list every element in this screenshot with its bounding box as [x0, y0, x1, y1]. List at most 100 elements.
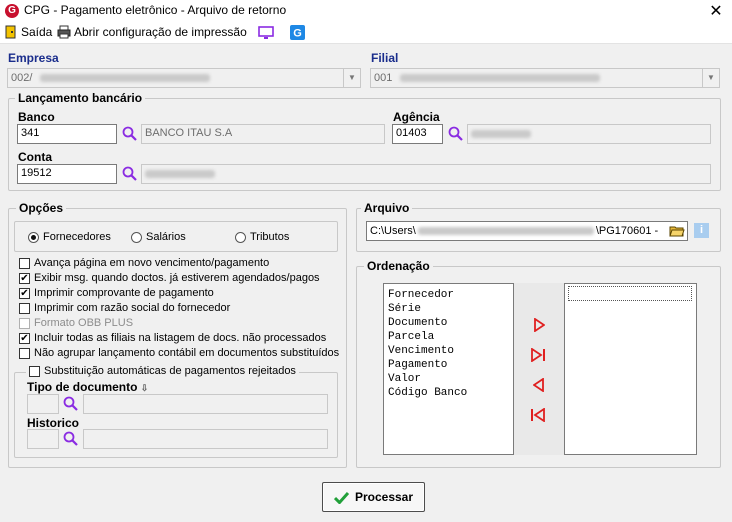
arquivo-title: Arquivo	[361, 201, 413, 215]
check-imprimir-comprovante[interactable]: ✔ Imprimir comprovante de pagamento	[19, 287, 214, 299]
check-label: Imprimir comprovante de pagamento	[34, 287, 214, 299]
check-box[interactable]	[29, 365, 40, 377]
historico-name-field	[83, 429, 328, 449]
check-label: Avança página em novo vencimento/pagamen…	[34, 257, 270, 269]
list-item[interactable]: Pagamento	[384, 358, 513, 372]
g-brand-icon[interactable]: G	[290, 25, 305, 40]
check-box[interactable]	[19, 257, 30, 269]
tipo-doc-search-icon	[63, 396, 78, 411]
pin-icon: ⇩	[140, 383, 149, 393]
banco-search-icon[interactable]	[122, 126, 137, 141]
check-box	[19, 317, 30, 329]
radio-salarios[interactable]: Salários	[131, 231, 186, 243]
check-box[interactable]: ✔	[19, 332, 30, 344]
move-buttons-panel	[514, 283, 564, 455]
historico-search-icon	[63, 431, 78, 446]
window-title: CPG - Pagamento eletrônico - Arquivo de …	[24, 3, 287, 17]
conta-code-input[interactable]: 19512	[17, 164, 117, 184]
list-item[interactable]: Parcela	[384, 330, 513, 344]
check-label: Formato OBB PLUS	[34, 317, 134, 329]
conta-label: Conta	[18, 150, 52, 164]
historico-label: Historico	[27, 416, 80, 430]
process-label: Processar	[354, 490, 414, 504]
list-focus-row[interactable]	[568, 286, 692, 301]
radio-fornecedores-label: Fornecedores	[43, 231, 111, 243]
check-avanca-pagina[interactable]: Avança página em novo vencimento/pagamen…	[19, 257, 269, 269]
list-item[interactable]: Valor	[384, 372, 513, 386]
toolbar: Saída Abrir configuração de impressão G	[0, 22, 732, 44]
move-all-right-icon[interactable]	[530, 348, 546, 362]
list-item[interactable]: Fornecedor	[384, 288, 513, 302]
move-right-icon[interactable]	[533, 318, 545, 332]
app-logo-icon: G	[5, 4, 19, 18]
filial-name-redacted	[400, 74, 601, 82]
lancamento-title: Lançamento bancário	[15, 91, 146, 105]
empresa-dropdown-icon[interactable]: ▼	[343, 69, 360, 87]
radio-fornecedores-dot	[28, 231, 39, 243]
exit-label: Saída	[21, 25, 53, 39]
selected-fields-list[interactable]	[564, 283, 697, 455]
filial-select[interactable]: 001 ▼	[370, 68, 720, 88]
opcoes-title: Opções	[16, 201, 67, 215]
radio-salarios-dot	[131, 231, 142, 243]
banco-code-input[interactable]: 341	[17, 124, 117, 144]
check-box[interactable]	[19, 302, 30, 314]
title-bar: G CPG - Pagamento eletrônico - Arquivo d…	[0, 0, 732, 22]
check-nao-agrupar[interactable]: Não agrupar lançamento contábil em docum…	[19, 347, 339, 359]
substituicao-label: Substituição automáticas de pagamentos r…	[44, 365, 296, 377]
check-label: Exibir msg. quando doctos. já estiverem …	[34, 272, 320, 284]
svg-text:G: G	[293, 28, 302, 40]
check-incluir-filiais[interactable]: ✔ Incluir todas as filiais na listagem de…	[19, 332, 326, 344]
agencia-code-input[interactable]: 01403	[392, 124, 443, 144]
empresa-label: Empresa	[8, 51, 59, 65]
banco-label: Banco	[18, 110, 55, 124]
radio-tributos[interactable]: Tributos	[235, 231, 289, 243]
check-label: Não agrupar lançamento contábil em docum…	[34, 347, 340, 359]
list-item[interactable]: Série	[384, 302, 513, 316]
check-label: Incluir todas as filiais na listagem de …	[34, 332, 327, 344]
close-icon[interactable]: ✕	[706, 1, 726, 21]
info-icon[interactable]: i	[694, 223, 709, 238]
filial-value: 001	[374, 72, 393, 84]
exit-button[interactable]: Saída	[4, 25, 52, 39]
filial-label: Filial	[371, 51, 399, 65]
empresa-name-redacted	[40, 74, 211, 82]
monitor-icon[interactable]	[258, 26, 274, 40]
historico-code-input	[27, 429, 59, 449]
tipo-doc-name-field	[83, 394, 328, 414]
list-item[interactable]: Documento	[384, 316, 513, 330]
radio-fornecedores[interactable]: Fornecedores	[28, 231, 111, 243]
ordenacao-title: Ordenação	[364, 259, 433, 273]
arquivo-path-input[interactable]: C:\Users\ \PG170601 -	[366, 221, 688, 241]
tipo-doc-code-input	[27, 394, 59, 414]
empresa-select[interactable]: 002/ ▼	[7, 68, 361, 88]
radio-salarios-label: Salários	[146, 231, 186, 243]
check-box[interactable]: ✔	[19, 272, 30, 284]
check-razao-social[interactable]: Imprimir com razão social do fornecedor	[19, 302, 230, 314]
move-all-left-icon[interactable]	[530, 408, 546, 422]
agencia-search-icon[interactable]	[448, 126, 463, 141]
print-config-button[interactable]: Abrir configuração de impressão	[57, 25, 247, 39]
conta-search-icon[interactable]	[122, 166, 137, 181]
list-item[interactable]: Código Banco	[384, 386, 513, 400]
folder-open-icon[interactable]	[669, 224, 685, 238]
arquivo-path-redacted	[417, 227, 594, 235]
check-box[interactable]	[19, 347, 30, 359]
print-config-label: Abrir configuração de impressão	[74, 25, 247, 39]
available-fields-list[interactable]: Fornecedor Série Documento Parcela Venci…	[383, 283, 514, 455]
banco-name-field: BANCO ITAU S.A	[141, 124, 385, 144]
process-button[interactable]: Processar	[322, 482, 425, 512]
agencia-name-redacted	[471, 130, 531, 138]
filial-dropdown-icon[interactable]: ▼	[702, 69, 719, 87]
move-left-icon[interactable]	[533, 378, 545, 392]
exit-door-icon	[5, 25, 16, 39]
agencia-label: Agência	[393, 110, 440, 124]
check-exibir-msg[interactable]: ✔ Exibir msg. quando doctos. já estiverem…	[19, 272, 320, 284]
check-substituicao[interactable]: Substituição automáticas de pagamentos r…	[26, 365, 299, 377]
arquivo-path-end: \PG170601 -	[595, 225, 659, 237]
empresa-value: 002/	[11, 72, 33, 84]
list-item[interactable]: Vencimento	[384, 344, 513, 358]
check-box[interactable]: ✔	[19, 287, 30, 299]
conta-name-redacted	[145, 170, 215, 178]
radio-tributos-dot	[235, 231, 246, 243]
